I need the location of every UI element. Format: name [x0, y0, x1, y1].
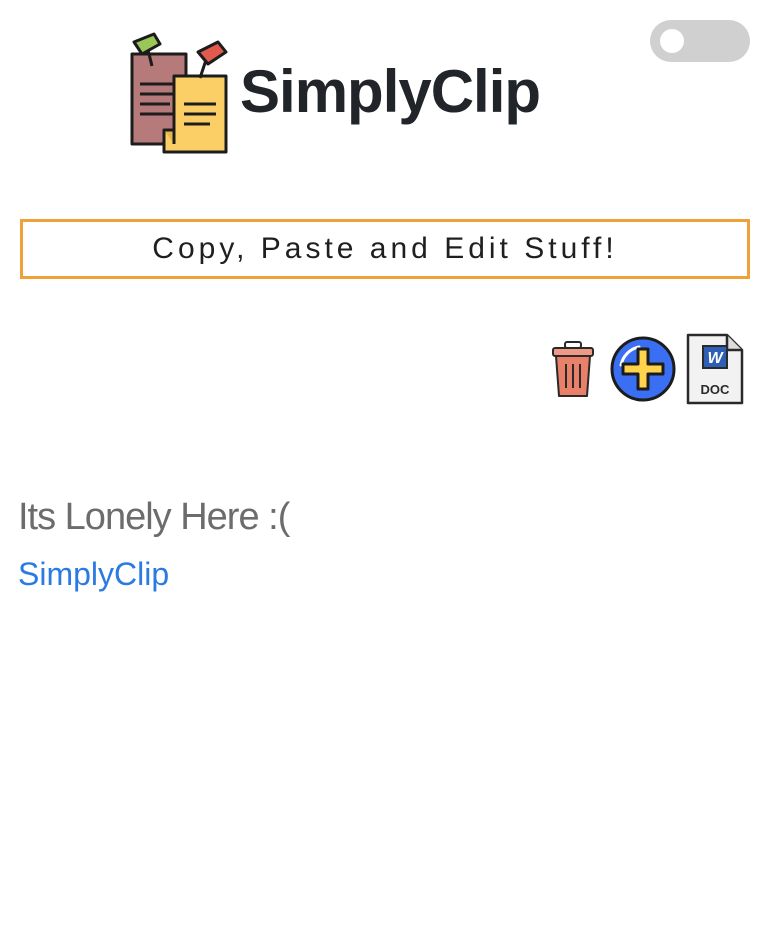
sticky-notes-logo-icon: [130, 32, 228, 154]
add-icon[interactable]: [609, 335, 677, 403]
tagline-text: Copy, Paste and Edit Stuff!: [152, 232, 618, 265]
simplyclip-link[interactable]: SimplyClip: [18, 556, 169, 593]
doc-badge: DOC: [701, 382, 731, 397]
empty-state-message: Its Lonely Here :(: [18, 496, 290, 538]
toggle-knob: [660, 29, 684, 53]
app-title: SimplyClip: [240, 58, 541, 125]
theme-toggle[interactable]: [650, 20, 750, 62]
trash-icon[interactable]: [551, 340, 595, 400]
doc-letter: W: [707, 350, 724, 367]
word-doc-icon[interactable]: W DOC: [685, 332, 745, 406]
tagline-banner: Copy, Paste and Edit Stuff!: [20, 219, 750, 279]
